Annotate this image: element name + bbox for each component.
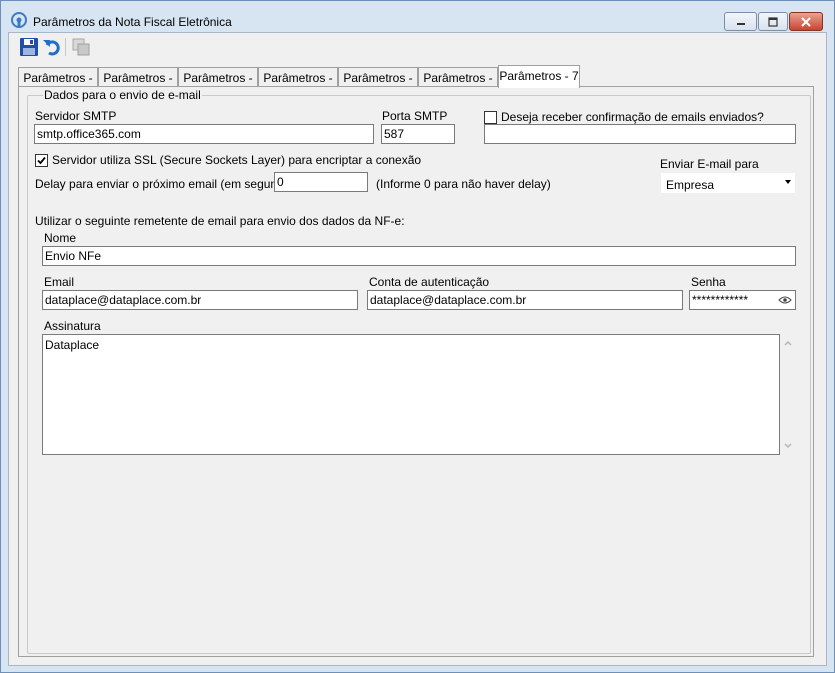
delay-label: Delay para enviar o próximo email (em se…: [35, 177, 297, 191]
tab-parametros-3[interactable]: Parâmetros - 3: [178, 67, 258, 99]
copy-icon[interactable]: [70, 36, 92, 58]
email-settings-group: Dados para o envio de e-mail Servidor SM…: [27, 88, 811, 654]
client-area: Parâmetros - 1 Parâmetros - 2 Parâmetros…: [8, 32, 827, 666]
minimize-icon: [736, 23, 745, 25]
tab-parametros-5[interactable]: Parâmetros - 5: [338, 67, 418, 99]
password-label: Senha: [691, 275, 726, 289]
restore-icon: [768, 17, 778, 27]
send-to-label: Enviar E-mail para: [660, 157, 759, 171]
confirm-checkbox[interactable]: [484, 111, 497, 124]
tab-parametros-7[interactable]: Parâmetros - 7: [498, 65, 580, 88]
password-value: ************: [692, 293, 749, 307]
smtp-server-input[interactable]: smtp.office365.com: [34, 124, 374, 144]
app-window: Parâmetros da Nota Fiscal Eletrônica Par…: [0, 0, 835, 673]
ssl-checkbox[interactable]: [35, 154, 48, 167]
scroll-down-icon[interactable]: [782, 440, 794, 452]
close-button[interactable]: [789, 12, 823, 31]
tab-parametros-2[interactable]: Parâmetros - 2: [98, 67, 178, 99]
tab-parametros-4[interactable]: Parâmetros - 4: [258, 67, 338, 99]
send-to-select[interactable]: Empresa: [660, 172, 796, 194]
password-input[interactable]: ************: [689, 290, 796, 310]
smtp-port-label: Porta SMTP: [382, 109, 448, 123]
delay-hint: (Informe 0 para não haver delay): [376, 177, 551, 191]
confirm-label: Deseja receber confirmação de emails env…: [501, 110, 764, 124]
window-title: Parâmetros da Nota Fiscal Eletrônica: [33, 15, 232, 29]
save-icon[interactable]: [18, 36, 40, 58]
name-input[interactable]: Envio NFe: [42, 246, 796, 266]
tab-label: Parâmetros - 7: [499, 69, 579, 83]
auth-account-input[interactable]: dataplace@dataplace.com.br: [367, 290, 683, 310]
auth-account-label: Conta de autenticação: [369, 275, 490, 289]
signature-label: Assinatura: [44, 319, 101, 333]
tab-parametros-6[interactable]: Parâmetros - 6: [418, 67, 498, 99]
ssl-label: Servidor utiliza SSL (Secure Sockets Lay…: [52, 153, 422, 167]
delay-input[interactable]: 0: [274, 172, 368, 192]
undo-icon[interactable]: [41, 36, 63, 58]
tab-parametros-1[interactable]: Parâmetros - 1: [18, 67, 98, 99]
email-label: Email: [44, 275, 75, 289]
email-input[interactable]: dataplace@dataplace.com.br: [42, 290, 358, 310]
app-logo-icon: [11, 12, 27, 28]
tab-panel: Dados para o envio de e-mail Servidor SM…: [18, 86, 814, 657]
signature-textarea[interactable]: Dataplace: [42, 334, 780, 455]
title-bar[interactable]: Parâmetros da Nota Fiscal Eletrônica: [1, 1, 834, 33]
maximize-button[interactable]: [758, 12, 788, 31]
scroll-up-icon[interactable]: [782, 337, 794, 349]
confirm-input[interactable]: [484, 124, 796, 144]
minimize-button[interactable]: [724, 12, 757, 31]
close-icon: [801, 17, 811, 27]
name-label: Nome: [44, 231, 77, 245]
checkmark-icon: [37, 156, 46, 165]
toolbar: [9, 33, 826, 61]
smtp-port-input[interactable]: 587: [381, 124, 455, 144]
toolbar-separator: [65, 38, 66, 56]
group-legend: Dados para o envio de e-mail: [43, 88, 202, 102]
eye-icon[interactable]: [778, 295, 792, 305]
send-to-value: Empresa: [666, 178, 715, 192]
sender-heading: Utilizar o seguinte remetente de email p…: [35, 214, 405, 228]
smtp-server-label: Servidor SMTP: [35, 109, 117, 123]
dropdown-arrow-icon: [785, 180, 791, 184]
